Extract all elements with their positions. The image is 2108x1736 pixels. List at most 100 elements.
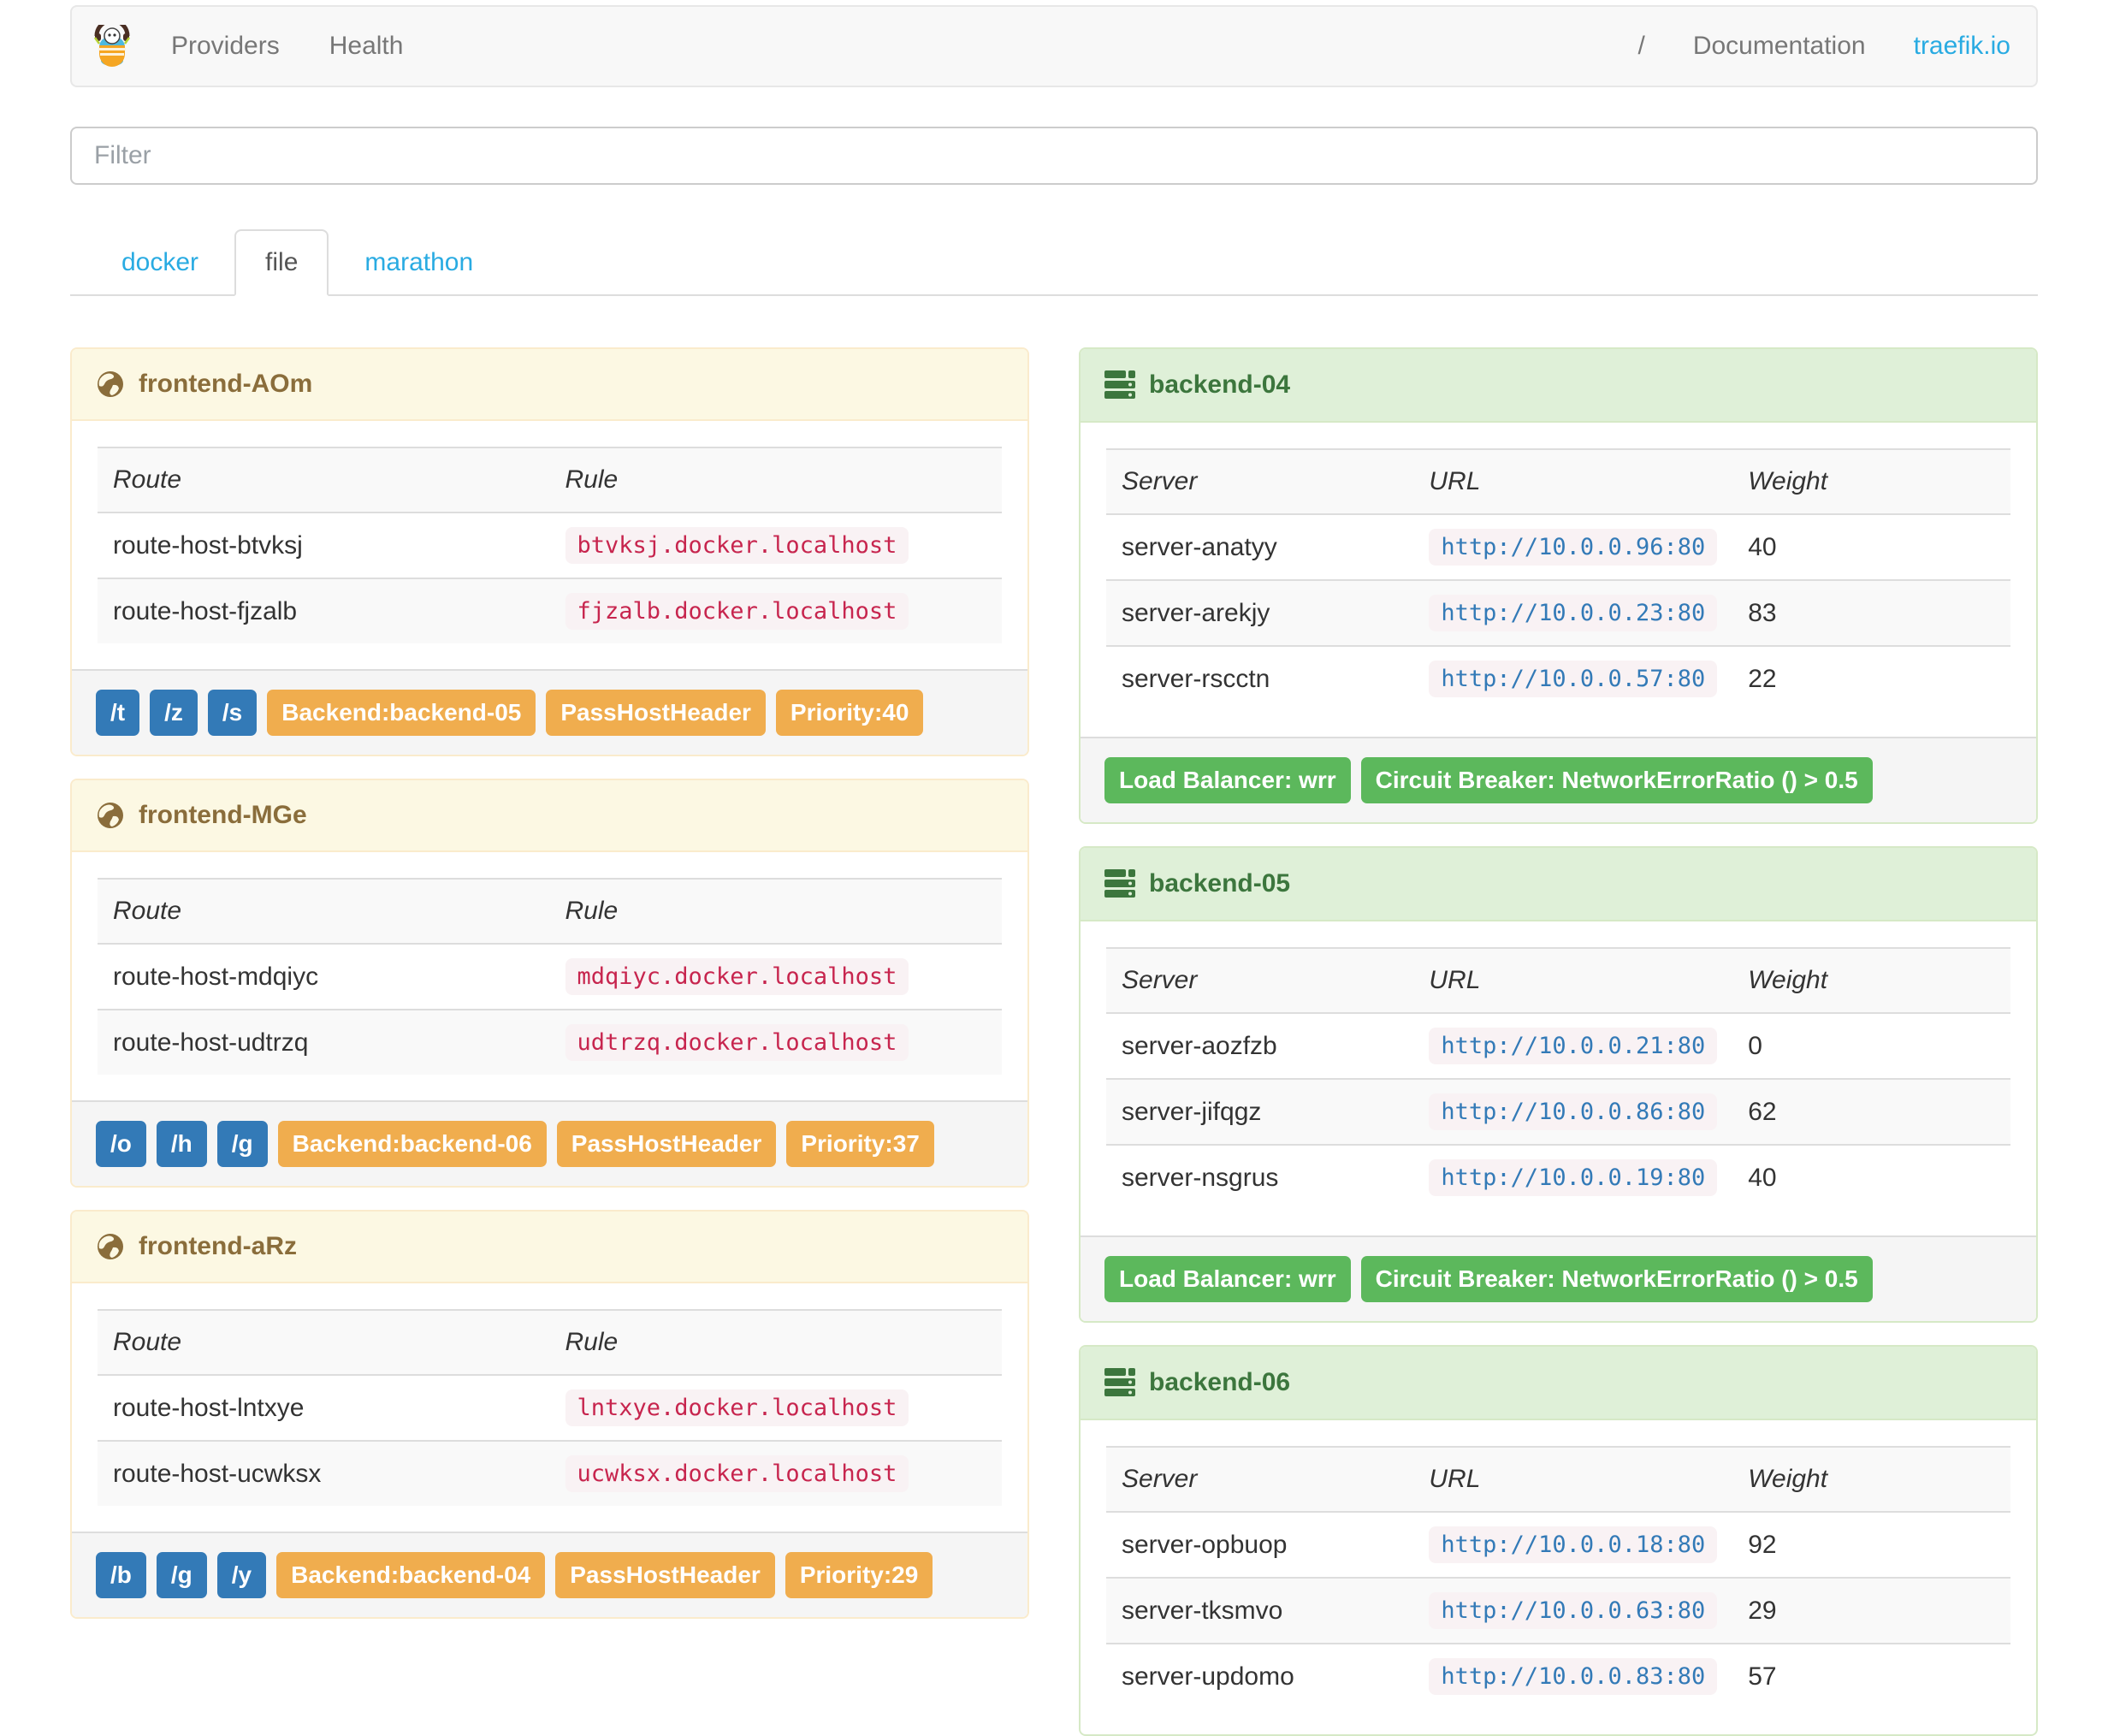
page-container: Providers Health / Documentation traefik… xyxy=(70,5,2038,1736)
table-header-row: Route Rule xyxy=(98,878,1002,944)
tab-docker[interactable]: docker xyxy=(91,229,229,296)
passhostheader-badge: PassHostHeader xyxy=(546,690,766,736)
nav-link-health[interactable]: Health xyxy=(329,32,404,61)
frontend-title: frontend-MGe xyxy=(139,801,307,829)
frontend-card-header: frontend-MGe xyxy=(72,780,1027,852)
col-server: Server xyxy=(1106,448,1414,514)
server-url[interactable]: http://10.0.0.86:80 xyxy=(1429,1093,1718,1130)
table-row: server-arekjy http://10.0.0.23:80 83 xyxy=(1106,579,2010,646)
server-url[interactable]: http://10.0.0.63:80 xyxy=(1429,1592,1718,1629)
server-weight: 62 xyxy=(1732,1078,2010,1145)
tab-marathon[interactable]: marathon xyxy=(334,229,504,296)
route-name: route-host-lntxye xyxy=(98,1374,550,1441)
table-header-row: Route Rule xyxy=(98,447,1002,513)
nav-link-path[interactable]: / xyxy=(1637,32,1644,61)
col-server: Server xyxy=(1106,947,1414,1013)
backend-badge: Backend:backend-06 xyxy=(277,1121,547,1167)
route-name: route-host-ucwksx xyxy=(98,1440,550,1506)
filter-input[interactable] xyxy=(70,127,2038,185)
table-row: route-host-btvksj btvksj.docker.localhos… xyxy=(98,512,1002,578)
col-route: Route xyxy=(98,878,550,944)
backends-column: backend-04 Server URL Weight server-anat… xyxy=(1079,347,2038,1736)
globe-icon xyxy=(96,1232,125,1261)
globe-icon xyxy=(96,801,125,830)
col-server: Server xyxy=(1106,1446,1414,1512)
tab-file[interactable]: file xyxy=(234,229,329,296)
server-weight: 40 xyxy=(1732,513,2010,580)
frontend-card-AOm: frontend-AOm Route Rule route-host-btvks… xyxy=(70,347,1029,756)
server-url[interactable]: http://10.0.0.83:80 xyxy=(1429,1658,1718,1695)
server-name: server-aozfzb xyxy=(1106,1012,1414,1079)
table-row: server-updomo http://10.0.0.83:80 57 xyxy=(1106,1643,2010,1709)
server-url[interactable]: http://10.0.0.19:80 xyxy=(1429,1159,1718,1196)
table-row: server-tksmvo http://10.0.0.63:80 29 xyxy=(1106,1577,2010,1644)
globe-icon xyxy=(96,370,125,399)
table-row: route-host-fjzalb fjzalb.docker.localhos… xyxy=(98,578,1002,643)
server-url[interactable]: http://10.0.0.23:80 xyxy=(1429,595,1718,631)
route-rule: fjzalb.docker.localhost xyxy=(565,593,909,630)
backend-title: backend-06 xyxy=(1149,1368,1291,1396)
route-name: route-host-mdqiyc xyxy=(98,943,550,1010)
nav-link-documentation[interactable]: Documentation xyxy=(1693,32,1866,61)
route-name: route-host-udtrzq xyxy=(98,1009,550,1075)
navbar-left-links: Providers Health xyxy=(171,32,403,61)
server-name: server-updomo xyxy=(1106,1643,1414,1709)
frontend-title: frontend-AOm xyxy=(139,370,313,398)
backend-card-footer: Load Balancer: wrr Circuit Breaker: Netw… xyxy=(1081,737,2036,822)
route-name: route-host-btvksj xyxy=(98,512,550,578)
backend-card-body: Server URL Weight server-anatyy http://1… xyxy=(1081,423,2036,737)
frontend-card-aRz: frontend-aRz Route Rule route-host-lntxy… xyxy=(70,1210,1029,1619)
table-row: server-anatyy http://10.0.0.96:80 40 xyxy=(1106,513,2010,580)
col-url: URL xyxy=(1413,448,1733,514)
table-row: server-opbuop http://10.0.0.18:80 92 xyxy=(1106,1511,2010,1578)
col-weight: Weight xyxy=(1732,947,2010,1013)
col-route: Route xyxy=(98,447,550,513)
nav-link-traefik-io[interactable]: traefik.io xyxy=(1914,32,2010,61)
table-header-row: Server URL Weight xyxy=(1106,448,2010,514)
col-rule: Rule xyxy=(549,1309,1002,1375)
server-weight: 40 xyxy=(1732,1144,2010,1210)
server-weight: 92 xyxy=(1732,1511,2010,1578)
traefik-logo-icon xyxy=(92,25,132,68)
server-name: server-arekjy xyxy=(1106,579,1414,646)
table-row: route-host-lntxye lntxye.docker.localhos… xyxy=(98,1374,1002,1441)
backend-card-header: backend-05 xyxy=(1081,848,2036,921)
passhostheader-badge: PassHostHeader xyxy=(555,1552,775,1598)
backend-card-04: backend-04 Server URL Weight server-anat… xyxy=(1079,347,2038,824)
server-url[interactable]: http://10.0.0.21:80 xyxy=(1429,1028,1718,1064)
col-weight: Weight xyxy=(1732,448,2010,514)
backend-badge: Backend:backend-05 xyxy=(267,690,536,736)
frontend-title: frontend-aRz xyxy=(139,1232,297,1260)
server-weight: 29 xyxy=(1732,1577,2010,1644)
priority-badge: Priority:29 xyxy=(785,1552,933,1598)
servers-icon xyxy=(1104,1367,1135,1398)
route-rule: mdqiyc.docker.localhost xyxy=(565,958,909,995)
server-url[interactable]: http://10.0.0.18:80 xyxy=(1429,1526,1718,1563)
route-rule: udtrzq.docker.localhost xyxy=(565,1024,909,1061)
filter-bar xyxy=(70,127,2038,185)
entrypoint-badge: /b xyxy=(96,1552,146,1598)
table-row: route-host-udtrzq udtrzq.docker.localhos… xyxy=(98,1009,1002,1075)
frontend-card-MGe: frontend-MGe Route Rule route-host-mdqiy… xyxy=(70,779,1029,1188)
col-route: Route xyxy=(98,1309,550,1375)
frontend-card-footer: /b /g /y Backend:backend-04 PassHostHead… xyxy=(72,1532,1027,1617)
table-row: server-jifqgz http://10.0.0.86:80 62 xyxy=(1106,1078,2010,1145)
passhostheader-badge: PassHostHeader xyxy=(556,1121,777,1167)
route-rule: lntxye.docker.localhost xyxy=(565,1389,909,1426)
provider-tabs: docker file marathon xyxy=(70,229,2038,296)
entrypoint-badge: /z xyxy=(150,690,198,736)
server-name: server-nsgrus xyxy=(1106,1144,1414,1210)
frontend-card-body: Route Rule route-host-btvksj btvksj.dock… xyxy=(72,421,1027,669)
frontend-card-footer: /t /z /s Backend:backend-05 PassHostHead… xyxy=(72,669,1027,755)
backend-card-body: Server URL Weight server-aozfzb http://1… xyxy=(1081,921,2036,1235)
server-url[interactable]: http://10.0.0.96:80 xyxy=(1429,529,1718,566)
server-url[interactable]: http://10.0.0.57:80 xyxy=(1429,661,1718,697)
table-header-row: Server URL Weight xyxy=(1106,1446,2010,1512)
server-name: server-jifqgz xyxy=(1106,1078,1414,1145)
navbar-brand[interactable] xyxy=(92,25,132,68)
nav-link-providers[interactable]: Providers xyxy=(171,32,280,61)
backend-title: backend-04 xyxy=(1149,370,1291,399)
server-name: server-opbuop xyxy=(1106,1511,1414,1578)
frontend-card-header: frontend-aRz xyxy=(72,1212,1027,1283)
server-weight: 57 xyxy=(1732,1643,2010,1709)
